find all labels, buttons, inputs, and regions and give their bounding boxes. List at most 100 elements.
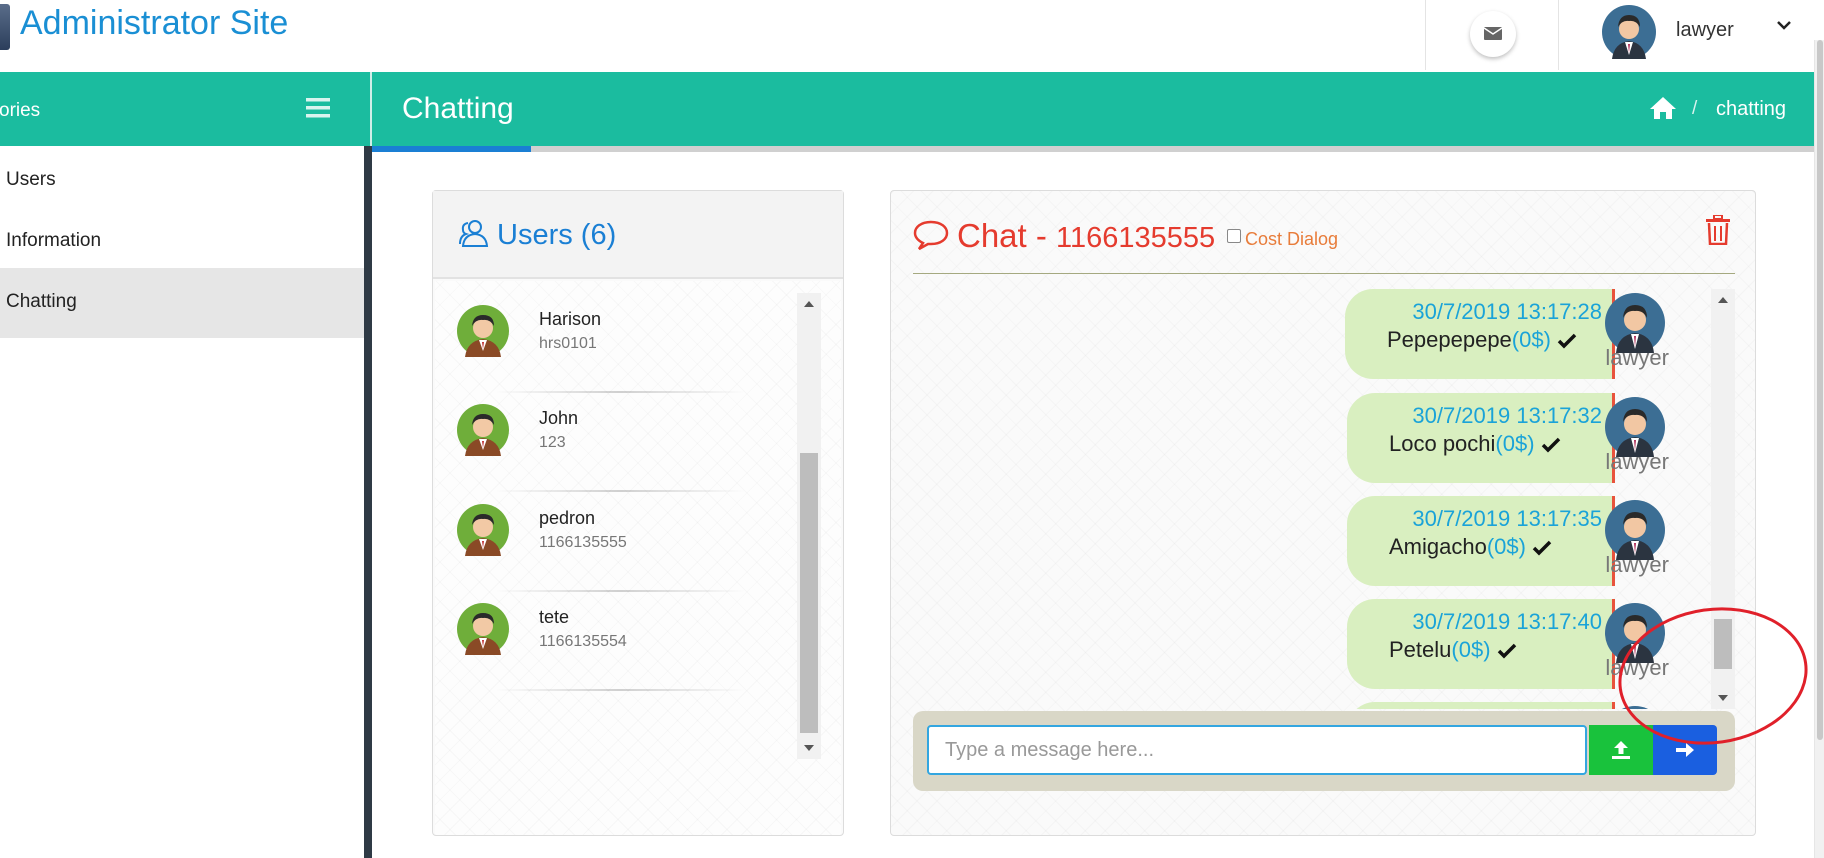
user-id: 123 — [539, 434, 566, 451]
user-avatar[interactable] — [1602, 5, 1656, 59]
message-cost: (0$) — [1451, 637, 1491, 662]
loading-bar — [372, 146, 1814, 152]
message-input[interactable] — [927, 725, 1587, 775]
message-time: 30/7/2019 13:17:28 — [1412, 299, 1602, 324]
breadcrumb-separator: / — [1692, 98, 1698, 119]
site-title[interactable]: Administrator Site — [20, 4, 288, 43]
chat-number: 1166135555 — [1056, 222, 1216, 254]
checkmark-icon — [1541, 437, 1560, 453]
page-scrollbar[interactable] — [1814, 40, 1824, 858]
message-author: lawyer — [1605, 449, 1669, 474]
envelope-icon — [1484, 27, 1502, 40]
user-list-item[interactable]: pedron 1166135555 — [435, 480, 795, 595]
sidebar-item-chatting[interactable]: Chatting — [0, 268, 364, 338]
user-id: 1166135554 — [539, 633, 627, 650]
sidebar-item-information[interactable]: Information — [0, 207, 364, 277]
message-author-avatar — [1605, 500, 1665, 560]
message-list: 30/7/2019 13:17:28 Pepepepepe(0$) lawyer… — [913, 289, 1735, 709]
message-bubble — [1347, 702, 1615, 709]
message-time: 30/7/2019 13:17:35 — [1412, 506, 1602, 531]
chat-panel: Chat - 1166135555 Cost Dialog 30/7/2019 … — [890, 190, 1756, 836]
chevron-down-icon[interactable] — [1776, 18, 1792, 32]
user-name: tete — [539, 607, 570, 627]
message-text: Amigacho — [1389, 534, 1487, 559]
message-text: Loco pochi — [1389, 431, 1496, 456]
top-divider — [1558, 0, 1559, 70]
user-avatar — [457, 603, 509, 655]
sidebar-item-label: Information — [6, 230, 102, 251]
message-text: Pepepepepe — [1387, 327, 1512, 352]
cost-dialog-label[interactable]: Cost Dialog — [1245, 229, 1338, 250]
message-body: Loco pochi(0$) — [1389, 431, 1561, 457]
message-body: Petelu(0$) — [1389, 637, 1517, 663]
message-bubble: 30/7/2019 13:17:40 Petelu(0$) — [1347, 599, 1615, 689]
user-avatar — [457, 305, 509, 357]
top-divider — [1425, 0, 1426, 70]
user-name: John — [539, 408, 579, 428]
message-author-avatar — [1605, 397, 1665, 457]
user-name: Harison — [539, 309, 602, 329]
users-panel: Users (6) Harison hrs0101 John 123 pedro… — [432, 190, 844, 836]
user-list-item[interactable]: John 123 — [435, 380, 795, 495]
page-title: Chatting — [402, 92, 514, 125]
message-time: 30/7/2019 13:17:32 — [1412, 403, 1602, 428]
sidebar-item-label: Chatting — [6, 291, 77, 312]
checkmark-icon — [1532, 540, 1552, 556]
message-body: Amigacho(0$) — [1389, 534, 1552, 560]
user-id: 1166135555 — [539, 534, 627, 551]
chat-title-prefix: Chat - — [957, 217, 1047, 254]
message-cost: (0$) — [1495, 431, 1535, 456]
cost-dialog-checkbox[interactable] — [1227, 229, 1241, 243]
users-panel-title: Users (6) — [497, 219, 617, 251]
sidebar-item-label: Users — [6, 169, 56, 190]
message-text: Petelu — [1389, 637, 1452, 662]
divider — [495, 689, 745, 691]
message-author-avatar — [1605, 293, 1665, 353]
sidebar-edge — [364, 146, 372, 858]
breadcrumb-current: chatting — [1716, 98, 1787, 120]
message-bubble: 30/7/2019 13:17:32 Loco pochi(0$) — [1347, 393, 1615, 483]
message-cost: (0$) — [1511, 327, 1551, 352]
chat-divider — [913, 273, 1735, 274]
users-list-scrollbar[interactable] — [797, 293, 821, 759]
user-avatar — [457, 504, 509, 556]
user-list-item[interactable]: tete 1166135554 — [435, 579, 795, 694]
message-author: lawyer — [1605, 552, 1669, 577]
sidebar-heading: ories — [0, 100, 41, 121]
site-logo-icon — [0, 4, 10, 50]
message-cost: (0$) — [1486, 534, 1526, 559]
scroll-up-arrow-icon[interactable] — [1718, 297, 1728, 303]
message-time: 30/7/2019 13:17:40 — [1412, 609, 1602, 634]
message-body: Pepepepepe(0$) — [1387, 327, 1577, 353]
message-composer — [913, 711, 1735, 791]
sidebar-item-users[interactable]: Users — [0, 146, 364, 216]
upload-button[interactable] — [1589, 725, 1653, 775]
message-bubble: 30/7/2019 13:17:28 Pepepepepe(0$) — [1345, 289, 1615, 379]
page-scrollbar-thumb[interactable] — [1817, 40, 1823, 740]
user-list-item[interactable]: Harison hrs0101 — [435, 281, 795, 396]
home-icon[interactable] — [1649, 96, 1677, 120]
user-id: hrs0101 — [539, 335, 597, 352]
trash-icon[interactable] — [1705, 215, 1731, 245]
users-list: Harison hrs0101 John 123 pedron 11661355… — [435, 281, 841, 835]
scrollbar-thumb[interactable] — [800, 453, 818, 733]
upload-icon — [1612, 741, 1630, 759]
checkmark-icon — [1497, 643, 1516, 659]
user-name: pedron — [539, 508, 596, 528]
message-author: lawyer — [1605, 345, 1669, 370]
sidebar: Users Information Chatting — [0, 146, 368, 858]
loading-bar-fill — [372, 146, 531, 152]
chat-title: Chat - 1166135555 — [957, 217, 1215, 255]
scroll-down-arrow-icon[interactable] — [804, 745, 814, 751]
messages-button[interactable] — [1470, 11, 1516, 57]
current-user-name[interactable]: lawyer — [1676, 19, 1734, 42]
scroll-up-arrow-icon[interactable] — [804, 301, 814, 307]
speech-bubble-icon — [913, 220, 949, 251]
users-panel-header: Users (6) — [433, 191, 843, 279]
checkmark-icon — [1557, 333, 1577, 349]
page-header: ories Chatting / chatting — [0, 72, 1814, 146]
sidebar-header: ories — [0, 72, 372, 146]
hamburger-menu-icon[interactable] — [306, 98, 330, 118]
users-icon — [459, 220, 489, 247]
top-bar: Administrator Site lawyer — [0, 0, 1824, 72]
